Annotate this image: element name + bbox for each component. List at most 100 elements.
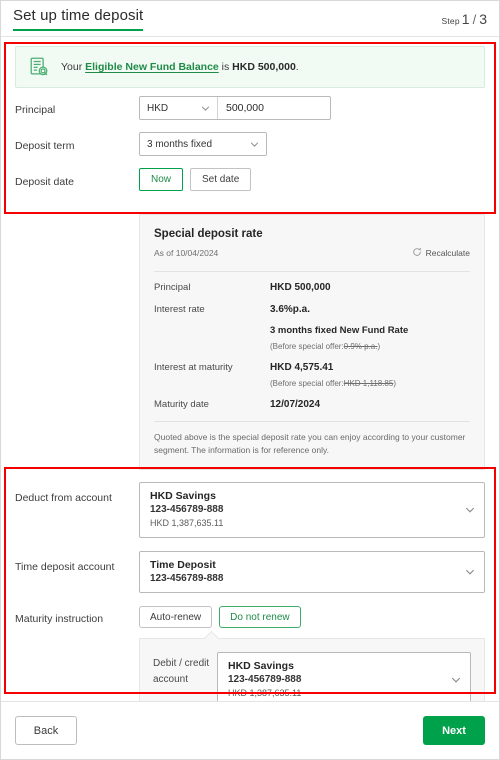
currency-select[interactable]: HKD <box>140 97 218 119</box>
rate-panel-footnote: Quoted above is the special deposit rate… <box>154 432 466 455</box>
step-current: 1 <box>461 10 470 27</box>
rate-as-of-date: As of 10/04/2024 <box>154 248 219 258</box>
account-details: HKD Savings 123-456789-888 HKD 1,387,635… <box>150 489 223 530</box>
rate-row-before-offer-note: (Before special offer:HKD 1,118.85) <box>270 378 470 390</box>
maturity-option-do-not-renew[interactable]: Do not renew <box>219 606 301 628</box>
principal-control: HKD 500,000 <box>139 96 485 120</box>
banner-text: Your Eligible New Fund Balance is HKD 50… <box>61 60 299 74</box>
deposit-date-toggle-group: Now Set date <box>139 168 252 191</box>
rate-spacer <box>15 214 139 470</box>
step-word: Step <box>441 15 460 26</box>
rate-panel-subheader: As of 10/04/2024 Recalculate <box>154 244 470 262</box>
deposit-date-option-set-date[interactable]: Set date <box>190 168 252 191</box>
rate-row-value-wrap: HKD 4,575.41 (Before special offer:HKD 1… <box>270 361 470 390</box>
back-button[interactable]: Back <box>15 716 77 745</box>
time-deposit-account-select[interactable]: Time Deposit 123-456789-888 <box>139 551 485 593</box>
deduct-from-account-row: Deduct from account HKD Savings 123-4567… <box>15 482 485 538</box>
recalculate-label: Recalculate <box>425 248 470 258</box>
account-details: HKD Savings 123-456789-888 HKD 1,387,635… <box>228 659 301 700</box>
rate-panel-divider-bottom <box>154 421 470 422</box>
rate-panel-divider-top <box>154 271 470 272</box>
page-header: Set up time deposit Step 1 / 3 <box>1 1 499 37</box>
debit-credit-account-select[interactable]: HKD Savings 123-456789-888 HKD 1,387,635… <box>217 652 471 708</box>
rate-row-maturity-date: Maturity date 12/07/2024 <box>154 398 470 412</box>
rate-row-value: 3.6%p.a. <box>270 304 311 315</box>
form-zone: Principal HKD 500,000 Deposit term 3 mon <box>1 92 499 204</box>
special-deposit-rate-panel: Special deposit rate As of 10/04/2024 Re… <box>139 214 485 470</box>
chevron-down-icon <box>250 140 259 149</box>
rate-row-value: 12/07/2024 <box>270 399 321 410</box>
rate-row-key: Maturity date <box>154 399 209 410</box>
account-number: 123-456789-888 <box>150 504 224 515</box>
rate-row-key: Principal <box>154 282 191 293</box>
rate-row-value-wrap: 3.6%p.a. 3 months fixed New Fund Rate (B… <box>270 303 470 353</box>
rate-row-key: Interest at maturity <box>154 362 233 373</box>
rate-row-principal: Principal HKD 500,000 <box>154 281 470 295</box>
time-deposit-account-label: Time deposit account <box>15 561 115 573</box>
time-deposit-account-row: Time deposit account Time Deposit 123-45… <box>15 551 485 593</box>
currency-value: HKD <box>147 102 169 114</box>
deposit-term-row: Deposit term 3 months fixed <box>15 132 485 168</box>
note-struck-value: 0.9% p.a. <box>343 342 378 351</box>
time-deposit-setup-page: Set up time deposit Step 1 / 3 Your Elig… <box>0 0 500 760</box>
rate-row-value-wrap: HKD 500,000 <box>270 281 470 295</box>
banner-end-text: . <box>295 61 299 73</box>
account-name: HKD Savings <box>150 490 216 502</box>
chevron-down-icon <box>201 104 210 113</box>
deposit-term-select[interactable]: 3 months fixed <box>139 132 267 156</box>
eligible-new-fund-balance-link[interactable]: Eligible New Fund Balance <box>85 61 219 73</box>
deposit-date-option-now[interactable]: Now <box>139 168 184 191</box>
maturity-instruction-label: Maturity instruction <box>15 613 104 625</box>
deposit-date-control: Now Set date <box>139 168 485 191</box>
principal-combo: HKD 500,000 <box>139 96 331 120</box>
deposit-term-label: Deposit term <box>15 140 75 152</box>
deposit-date-row: Deposit date Now Set date <box>15 168 485 204</box>
account-balance: HKD 1,387,635.11 <box>228 688 302 698</box>
rate-row-before-offer-note: (Before special offer:0.9% p.a.) <box>270 341 470 353</box>
rate-row-subvalue: 3 months fixed New Fund Rate <box>270 325 409 336</box>
banner-zone: Your Eligible New Fund Balance is HKD 50… <box>1 37 499 92</box>
refresh-icon <box>412 244 422 262</box>
rate-row-value: HKD 500,000 <box>270 282 331 293</box>
document-search-icon <box>28 56 50 78</box>
panel-caret <box>203 630 220 647</box>
deduct-from-account-select[interactable]: HKD Savings 123-456789-888 HKD 1,387,635… <box>139 482 485 538</box>
maturity-option-auto-renew[interactable]: Auto-renew <box>139 606 213 628</box>
chevron-down-icon <box>451 675 460 684</box>
deposit-term-control: 3 months fixed <box>139 132 485 156</box>
debit-credit-account-label: Debit / credit account <box>153 658 210 685</box>
page-title: Set up time deposit <box>13 7 144 31</box>
accounts-zone: Deduct from account HKD Savings 123-4567… <box>1 470 499 731</box>
banner-amount: HKD 500,000 <box>232 61 296 73</box>
note-suffix: ) <box>377 342 381 351</box>
rate-row-interest-rate: Interest rate 3.6%p.a. 3 months fixed Ne… <box>154 303 470 353</box>
step-separator: / <box>472 11 477 27</box>
recalculate-button[interactable]: Recalculate <box>412 244 470 262</box>
chevron-down-icon <box>465 505 474 514</box>
account-number: 123-456789-888 <box>150 573 224 584</box>
deposit-date-label: Deposit date <box>15 176 74 188</box>
note-struck-value: HKD 1,118.85 <box>343 379 394 388</box>
note-prefix: (Before special offer: <box>270 342 344 351</box>
deposit-term-value: 3 months fixed <box>147 138 213 150</box>
account-name: Time Deposit <box>150 559 216 571</box>
note-suffix: ) <box>393 379 397 388</box>
note-prefix: (Before special offer: <box>270 379 344 388</box>
maturity-instruction-toggle-group: Auto-renew Do not renew <box>139 606 485 628</box>
banner-mid-text: is <box>218 61 233 73</box>
account-number: 123-456789-888 <box>228 674 302 685</box>
account-details: Time Deposit 123-456789-888 <box>150 558 223 585</box>
deduct-from-account-label: Deduct from account <box>15 492 112 504</box>
page-footer: Back Next <box>1 701 499 759</box>
chevron-down-icon <box>465 567 474 576</box>
rate-panel-title: Special deposit rate <box>154 228 263 240</box>
rate-row-interest-at-maturity: Interest at maturity HKD 4,575.41 (Befor… <box>154 361 470 390</box>
banner-lead-text: Your <box>61 61 86 73</box>
account-name: HKD Savings <box>228 660 294 672</box>
principal-amount-input[interactable]: 500,000 <box>218 97 330 119</box>
step-total: 3 <box>479 10 487 27</box>
principal-row: Principal HKD 500,000 <box>15 96 485 132</box>
eligible-balance-banner: Your Eligible New Fund Balance is HKD 50… <box>15 46 485 88</box>
next-button[interactable]: Next <box>423 716 485 745</box>
step-indicator: Step 1 / 3 <box>441 11 487 27</box>
